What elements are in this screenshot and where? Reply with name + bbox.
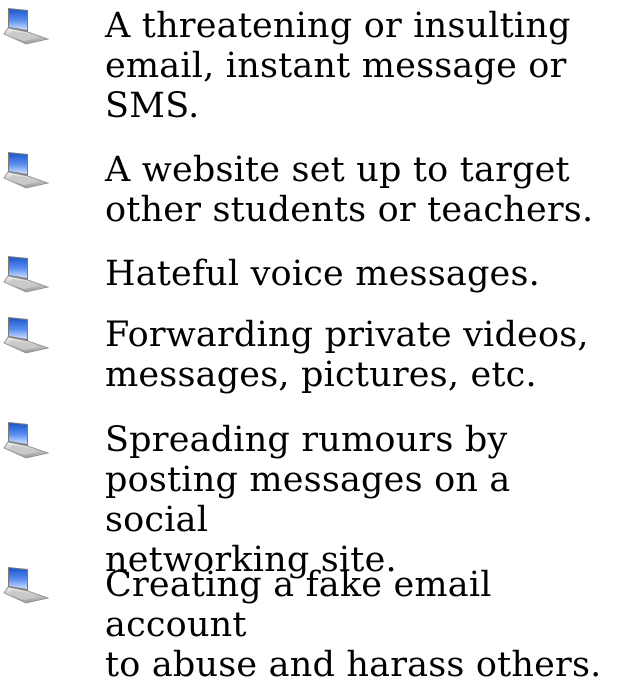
list-item-text: Hateful voice messages.	[105, 254, 540, 294]
bullet-list: A threatening or insulting email, instan…	[0, 0, 618, 685]
laptop-icon	[3, 8, 50, 45]
laptop-icon	[3, 422, 50, 459]
laptop-icon	[3, 567, 50, 604]
laptop-icon	[3, 152, 50, 189]
list-item-text: A website set up to target other student…	[105, 150, 594, 230]
list-item-text: Creating a fake email account to abuse a…	[105, 565, 602, 685]
list-item-text: Forwarding private videos, messages, pic…	[105, 315, 589, 395]
list-item-text: A threatening or insulting email, instan…	[105, 6, 571, 126]
list-item-text: Spreading rumours by posting messages on…	[105, 420, 511, 580]
laptop-icon	[3, 317, 50, 354]
laptop-icon	[3, 256, 50, 293]
